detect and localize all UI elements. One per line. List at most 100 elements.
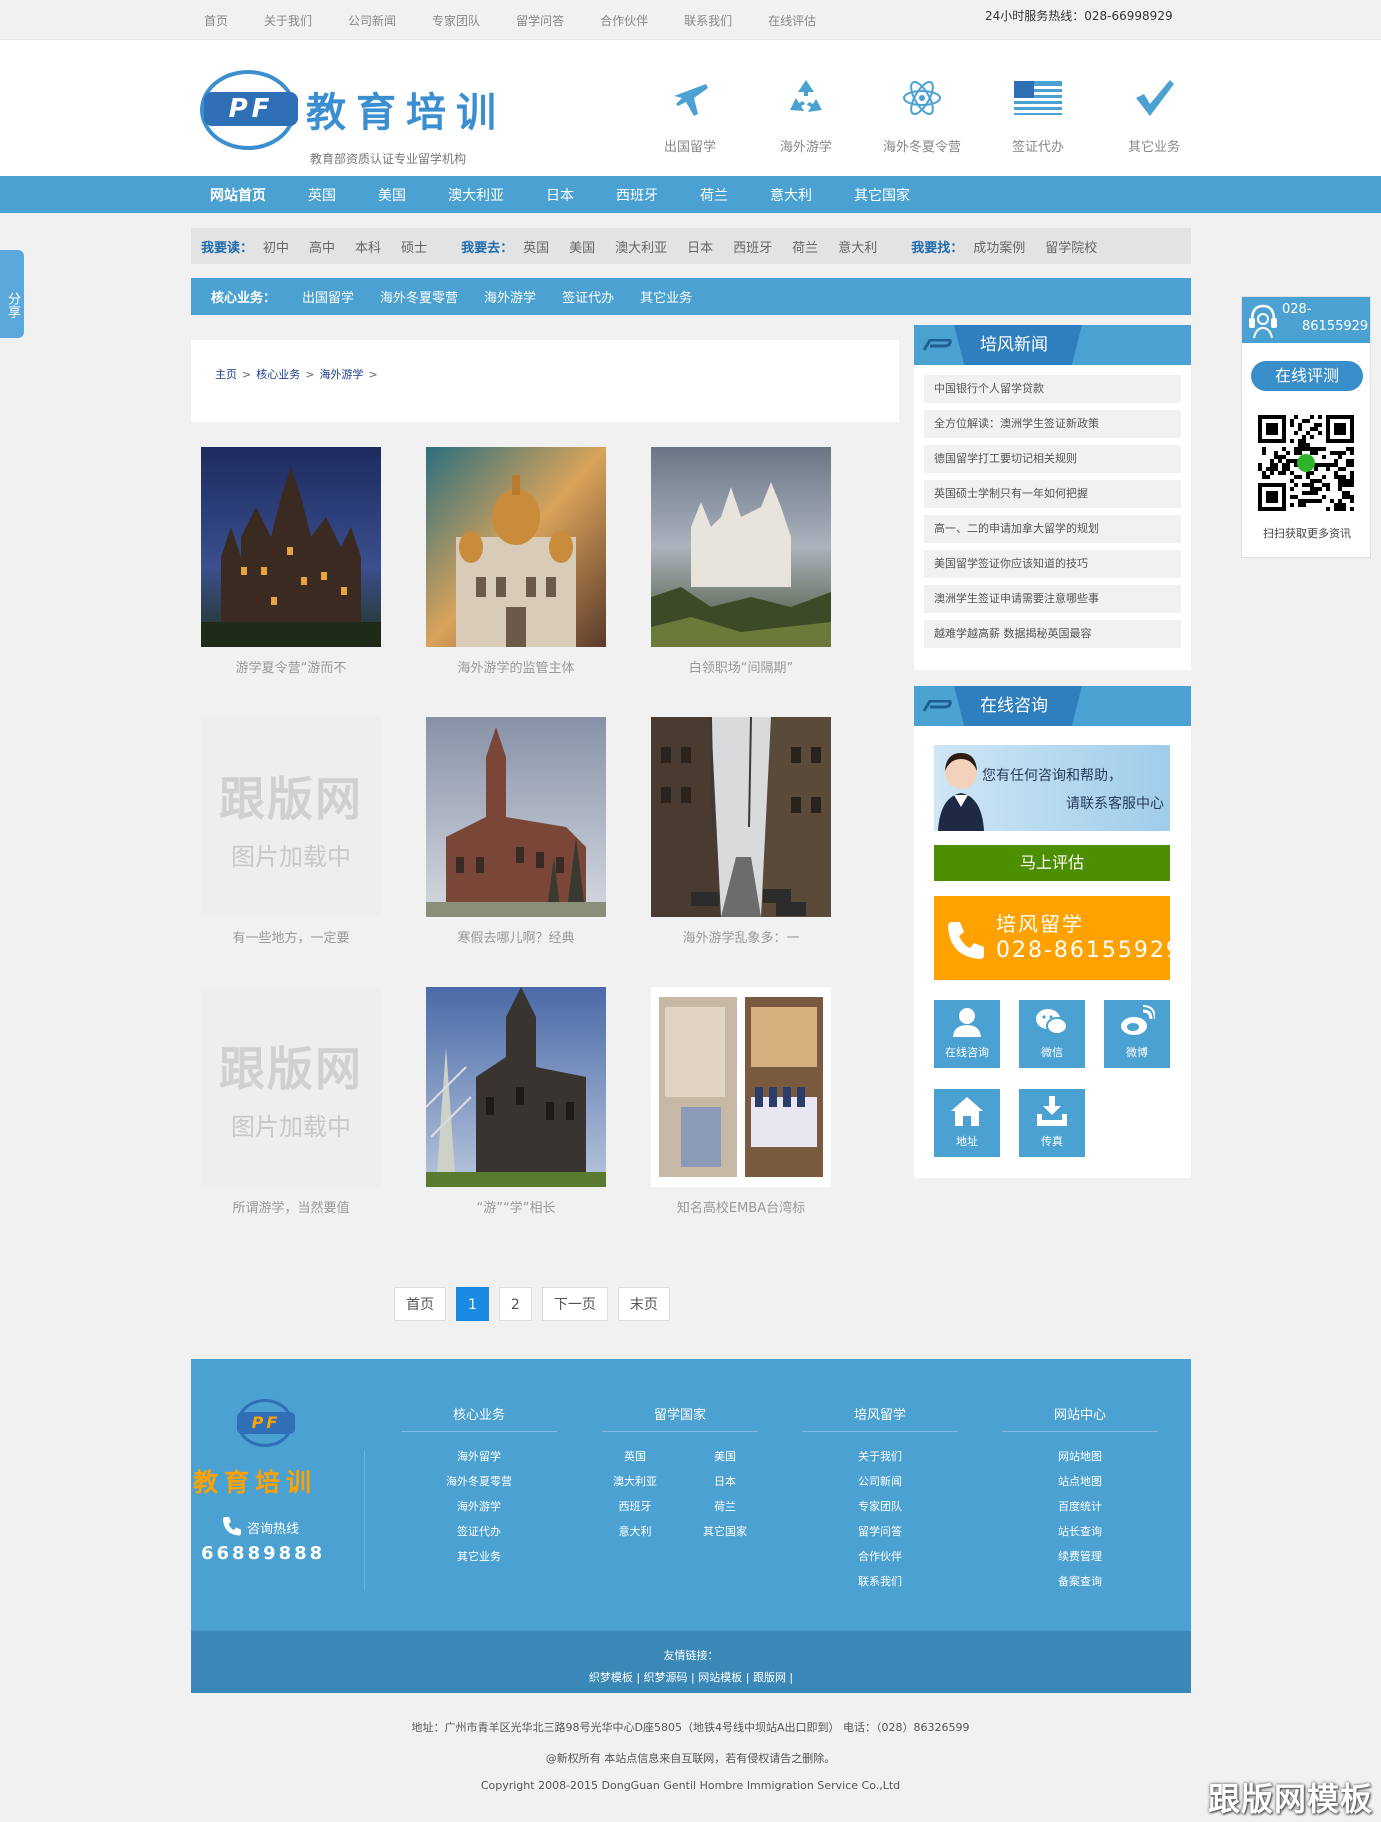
filter-find-option[interactable]: 成功案例 [973,237,1025,256]
main-nav-australia[interactable]: 澳大利亚 [448,185,504,205]
footer-link[interactable]: 海外游学 [389,1494,569,1519]
news-item[interactable]: 高一、二的申请加拿大留学的规划 [924,515,1181,543]
online-consult-button[interactable]: 在线咨询 [934,1000,1000,1068]
fax-button[interactable]: 传真 [1019,1089,1085,1157]
top-nav-home[interactable]: 首页 [204,12,228,29]
friend-links-list[interactable]: 织梦模板 | 织梦源码 | 网站模板 | 跟版网 | [191,1663,1191,1685]
article-caption[interactable]: 有一些地方，一定要 [201,927,381,946]
footer-link[interactable]: 海外留学 [389,1444,569,1469]
article-caption[interactable]: 白领职场“间隔期” [651,657,831,676]
article-card[interactable]: 跟版网 图片加载中 所谓游学，当然要值 [201,987,381,1216]
top-nav-partners[interactable]: 合作伙伴 [600,12,648,29]
main-nav-home[interactable]: 网站首页 [210,185,266,205]
main-nav-us[interactable]: 美国 [378,185,406,205]
article-card[interactable]: 跟版网 图片加载中 有一些地方，一定要 [201,717,381,946]
main-nav-japan[interactable]: 日本 [546,185,574,205]
page-next-button[interactable]: 下一页 [541,1287,608,1321]
footer-link[interactable]: 荷兰 [680,1494,770,1519]
footer-link[interactable]: 公司新闻 [790,1469,970,1494]
wechat-button[interactable]: 微信 [1019,1000,1085,1068]
article-caption[interactable]: 游学夏令营“游而不 [201,657,381,676]
news-item[interactable]: 德国留学打工要切记相关规则 [924,445,1181,473]
share-tab[interactable]: 分享 [0,250,24,338]
footer-link[interactable]: 澳大利亚 [590,1469,680,1494]
article-thumbnail[interactable] [426,987,606,1187]
article-card[interactable]: 知名高校EMBA台湾标 [651,987,831,1216]
news-item[interactable]: 澳洲学生签证申请需要注意哪些事 [924,585,1181,613]
core-item[interactable]: 出国留学 [302,287,354,306]
service-other[interactable]: 其它业务 [1096,70,1212,155]
filter-read-option[interactable]: 硕士 [401,237,427,256]
top-nav-assess[interactable]: 在线评估 [768,12,816,29]
main-nav-italy[interactable]: 意大利 [770,185,812,205]
footer-link[interactable]: 专家团队 [790,1494,970,1519]
footer-link[interactable]: 签证代办 [389,1519,569,1544]
filter-read-option[interactable]: 本科 [355,237,381,256]
news-item[interactable]: 中国银行个人留学贷款 [924,375,1181,403]
article-caption[interactable]: 寒假去哪儿啊？经典 [426,927,606,946]
news-item[interactable]: 全方位解读：澳洲学生签证新政策 [924,410,1181,438]
top-nav-about[interactable]: 关于我们 [264,12,312,29]
filter-go-option[interactable]: 美国 [569,237,595,256]
top-nav-experts[interactable]: 专家团队 [432,12,480,29]
service-banner[interactable]: 您有任何咨询和帮助， 请联系客服中心 [934,745,1170,831]
footer-link[interactable]: 美国 [680,1444,770,1469]
news-item[interactable]: 越难学越高薪 数据揭秘英国最容 [924,620,1181,648]
article-thumbnail[interactable] [651,987,831,1187]
filter-read-option[interactable]: 初中 [263,237,289,256]
filter-go-option[interactable]: 西班牙 [733,237,772,256]
article-thumbnail[interactable] [651,447,831,647]
page-first-button[interactable]: 首页 [394,1287,446,1321]
image-placeholder[interactable]: 跟版网 图片加载中 [201,717,381,917]
footer-link[interactable]: 站长查询 [990,1519,1170,1544]
main-nav-spain[interactable]: 西班牙 [616,185,658,205]
core-item[interactable]: 其它业务 [640,287,692,306]
top-nav-contact[interactable]: 联系我们 [684,12,732,29]
service-visa[interactable]: 签证代办 [980,70,1096,155]
phone-banner[interactable]: 培风留学 028-86155929 [934,896,1180,980]
footer-link[interactable]: 备案查询 [990,1569,1170,1594]
site-logo[interactable]: PF 教育培训 教育部资质认证专业留学机构 [200,70,540,166]
article-thumbnail[interactable] [201,447,381,647]
footer-link[interactable]: 日本 [680,1469,770,1494]
footer-link[interactable]: 站点地图 [990,1469,1170,1494]
footer-link[interactable]: 合作伙伴 [790,1544,970,1569]
article-caption[interactable]: 海外游学的监管主体 [426,657,606,676]
article-caption[interactable]: “游”“学”相长 [426,1197,606,1216]
footer-link[interactable]: 西班牙 [590,1494,680,1519]
filter-go-option[interactable]: 澳大利亚 [615,237,667,256]
filter-go-option[interactable]: 荷兰 [792,237,818,256]
footer-link[interactable]: 百度统计 [990,1494,1170,1519]
article-thumbnail[interactable] [426,447,606,647]
footer-link[interactable]: 网站地图 [990,1444,1170,1469]
floating-phone-bar[interactable]: 028- 86155929 [1242,297,1370,343]
top-nav-faq[interactable]: 留学问答 [516,12,564,29]
article-thumbnail[interactable] [426,717,606,917]
core-item[interactable]: 签证代办 [562,287,614,306]
weibo-button[interactable]: 微博 [1104,1000,1170,1068]
news-item[interactable]: 英国硕士学制只有一年如何把握 [924,480,1181,508]
footer-link[interactable]: 意大利 [590,1519,680,1544]
footer-link[interactable]: 留学问答 [790,1519,970,1544]
service-study-abroad[interactable]: 出国留学 [632,70,748,155]
footer-link[interactable]: 关于我们 [790,1444,970,1469]
footer-link[interactable]: 续费管理 [990,1544,1170,1569]
image-placeholder[interactable]: 跟版网 图片加载中 [201,987,381,1187]
article-card[interactable]: 白领职场“间隔期” [651,447,831,676]
page-button[interactable]: 2 [498,1287,532,1321]
breadcrumb-home[interactable]: 主页 [215,368,237,381]
main-nav-uk[interactable]: 英国 [308,185,336,205]
footer-link[interactable]: 联系我们 [790,1569,970,1594]
breadcrumb-core[interactable]: 核心业务 [256,368,300,381]
address-button[interactable]: 地址 [934,1089,1000,1157]
article-caption[interactable]: 所谓游学，当然要值 [201,1197,381,1216]
service-study-tour[interactable]: 海外游学 [748,70,864,155]
core-item[interactable]: 海外游学 [484,287,536,306]
news-item[interactable]: 美国留学签证你应该知道的技巧 [924,550,1181,578]
footer-link[interactable]: 海外冬夏零营 [389,1469,569,1494]
article-thumbnail[interactable] [651,717,831,917]
main-nav-netherlands[interactable]: 荷兰 [700,185,728,205]
filter-find-option[interactable]: 留学院校 [1045,237,1097,256]
article-card[interactable]: “游”“学”相长 [426,987,606,1216]
online-test-button[interactable]: 在线评测 [1251,361,1363,391]
